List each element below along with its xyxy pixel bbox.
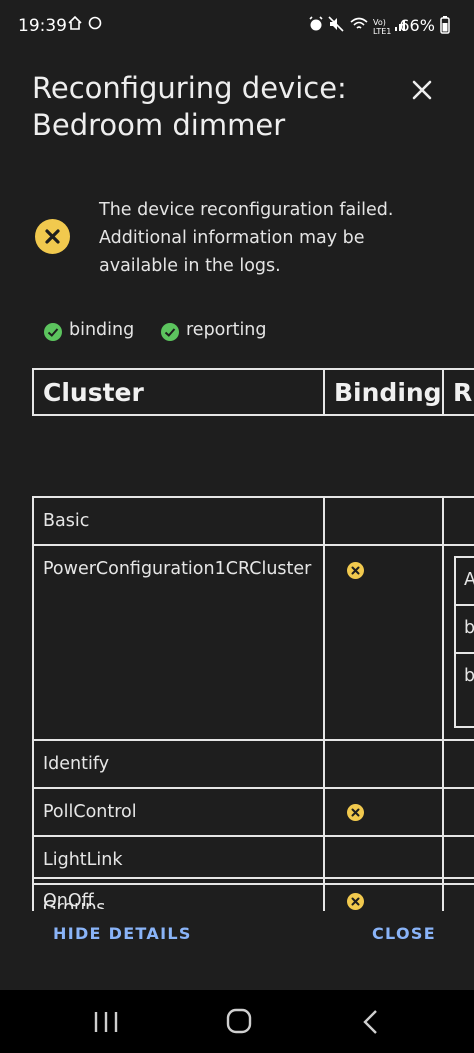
recent-apps-icon[interactable] <box>93 1010 119 1034</box>
dialog-title: Reconfiguring device: Bedroom dimmer <box>32 71 347 142</box>
hide-details-button[interactable]: HIDE DETAILS <box>53 924 192 943</box>
wifi-icon <box>350 16 368 36</box>
table-row-binding <box>323 877 444 911</box>
home-icon <box>68 15 82 34</box>
reconfigure-dialog: Reconfiguring device: Bedroom dimmer The… <box>0 56 474 990</box>
reporting-subcell: b <box>454 652 474 728</box>
cluster-table[interactable]: Cluster Binding R Basic PowerConfigurati… <box>0 368 474 909</box>
close-icon[interactable] <box>404 72 440 108</box>
table-row-binding <box>323 787 444 837</box>
battery-percentage: 66% <box>399 16 450 35</box>
table-row-reporting <box>442 787 474 837</box>
status-message: The device reconfiguration failed. Addit… <box>99 200 394 276</box>
table-row-reporting <box>442 877 474 911</box>
table-row-reporting <box>442 496 474 546</box>
status-bar: 19:39 Vo) LTE1 66% <box>0 0 474 56</box>
table-row-binding <box>323 739 444 789</box>
binding-failed-icon <box>347 893 364 910</box>
table-row-binding <box>323 496 444 546</box>
circle-icon <box>88 16 102 34</box>
table-row-cluster: Identify <box>32 739 325 789</box>
mute-icon <box>328 16 344 36</box>
column-header-cluster: Cluster <box>32 368 325 416</box>
error-icon <box>35 219 70 254</box>
reporting-subcell: A <box>454 556 474 606</box>
check-circle-icon <box>44 323 62 341</box>
column-header-binding: Binding <box>323 368 444 416</box>
table-row-cluster: PollControl <box>32 787 325 837</box>
volte-indicator: Vo) LTE1 <box>373 18 392 36</box>
binding-failed-icon <box>347 804 364 821</box>
system-nav-bar <box>0 990 474 1053</box>
close-button[interactable]: CLOSE <box>372 924 436 943</box>
table-row-binding <box>323 544 444 741</box>
alarm-icon <box>308 16 324 36</box>
table-row-cluster: PowerConfiguration1CRCluster <box>32 544 325 741</box>
column-header-reporting: R <box>442 368 474 416</box>
binding-failed-icon <box>347 562 364 579</box>
chip-label: binding <box>69 320 135 340</box>
table-row-cluster: Basic <box>32 496 325 546</box>
status-time: 19:39 <box>18 16 67 36</box>
chip-label: reporting <box>186 320 267 340</box>
table-row-cluster: OnOff <box>32 877 325 911</box>
check-circle-icon <box>161 323 179 341</box>
back-icon[interactable] <box>360 1009 382 1035</box>
table-row-partial: OnOff <box>0 877 474 911</box>
reporting-subcell: b <box>454 604 474 654</box>
home-button-icon[interactable] <box>225 1007 253 1035</box>
table-row-reporting <box>442 739 474 789</box>
